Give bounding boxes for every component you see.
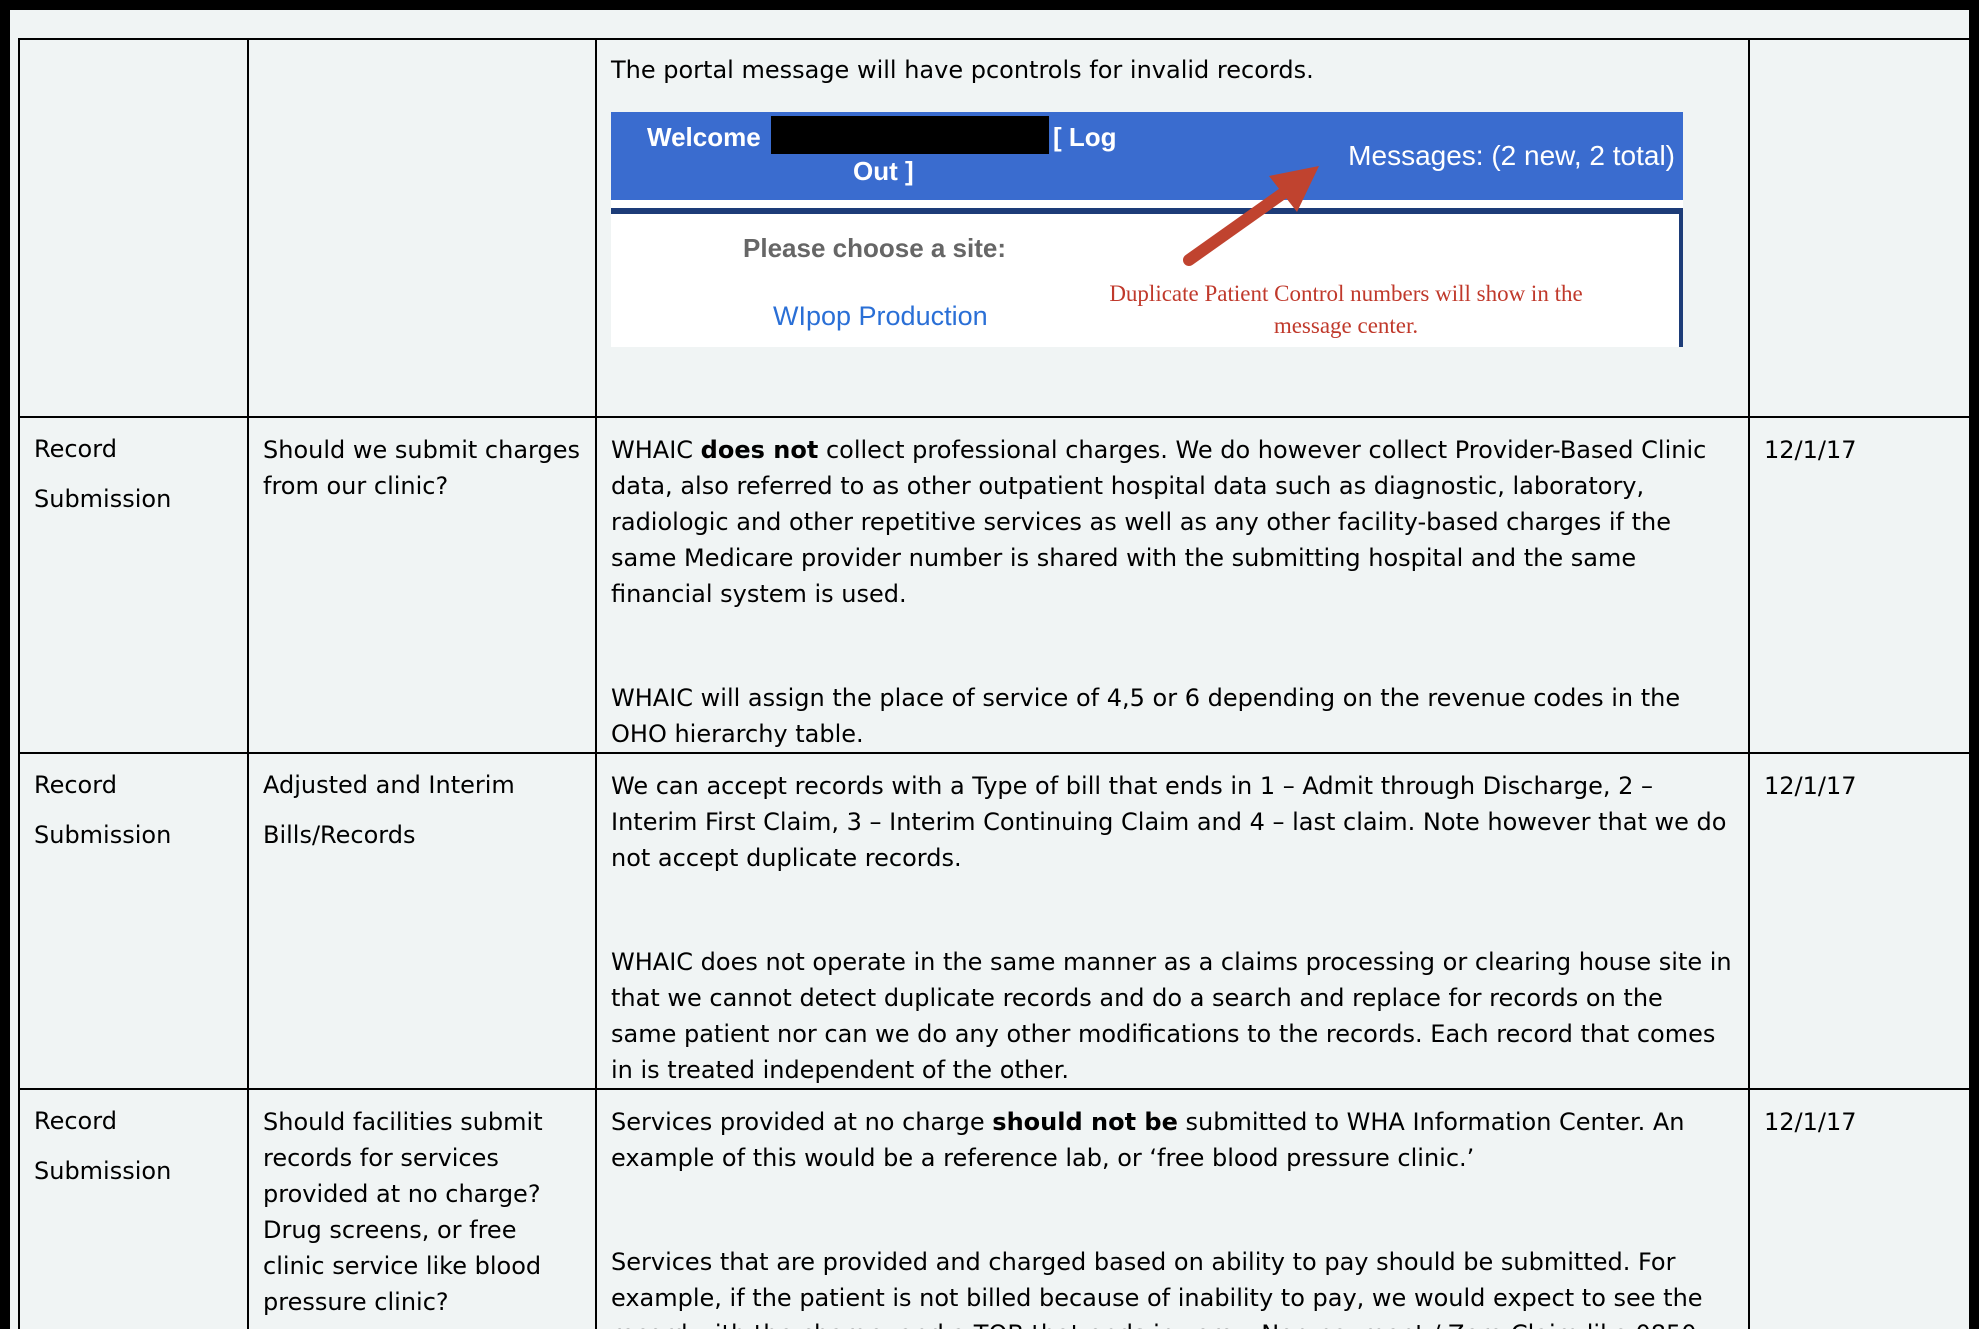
date-cell — [1748, 38, 1969, 418]
table-row: Record Submission Should facilities subm… — [18, 1088, 1969, 1329]
portal-divider — [611, 208, 1683, 214]
answer-cell: WHAIC does not collect professional char… — [595, 416, 1750, 754]
arrow-icon — [1183, 166, 1319, 266]
answer-paragraph: Services that are provided and charged b… — [611, 1248, 1704, 1329]
answer-paragraph: WHAIC will assign the place of service o… — [611, 684, 1681, 748]
messages-link: Messages: (2 new, 2 total) — [1348, 140, 1675, 171]
category-cell: Record Submission — [18, 416, 249, 754]
annotation-text: Duplicate Patient Control numbers will s… — [1109, 281, 1583, 338]
answer-cell: The portal message will have pcontrols f… — [595, 38, 1750, 418]
question-text: Adjusted and Interim Bills/Records — [263, 771, 515, 849]
answer-text: WHAIC — [611, 436, 701, 464]
table-row: Record Submission Adjusted and Interim B… — [18, 752, 1969, 1090]
category-text: Record Submission — [34, 1107, 172, 1185]
table-row: The portal message will have pcontrols f… — [18, 38, 1969, 418]
answer-paragraph: We can accept records with a Type of bil… — [611, 772, 1727, 872]
question-text: Should we submit charges from our clinic… — [263, 436, 580, 500]
date-cell: 12/1/17 — [1748, 416, 1969, 754]
answer-paragraph: The portal message will have pcontrols f… — [611, 56, 1314, 84]
redacted-username — [771, 116, 1049, 154]
answer-paragraph: Services provided at no charge should no… — [611, 1104, 1734, 1176]
category-cell: Record Submission — [18, 752, 249, 1090]
date-text: 12/1/17 — [1764, 436, 1857, 464]
answer-text: Services provided at no charge — [611, 1108, 993, 1136]
document-page: The portal message will have pcontrols f… — [10, 10, 1969, 1329]
site-link: WIpop Production — [773, 301, 988, 331]
category-cell: Record Submission — [18, 1088, 249, 1329]
category-text: Record Submission — [34, 771, 172, 849]
answer-emphasis: does not — [700, 436, 819, 464]
answer-cell: Services provided at no charge should no… — [595, 1088, 1750, 1329]
date-cell: 12/1/17 — [1748, 752, 1969, 1090]
answer-cell: We can accept records with a Type of bil… — [595, 752, 1750, 1090]
date-text: 12/1/17 — [1764, 1108, 1857, 1136]
category-text: Record Submission — [34, 435, 172, 513]
category-cell — [18, 38, 249, 418]
answer-paragraph: WHAIC does not collect professional char… — [611, 432, 1734, 612]
logout-link-bottom: Out ] — [853, 156, 914, 186]
date-text: 12/1/17 — [1764, 772, 1857, 800]
date-cell: 12/1/17 — [1748, 1088, 1969, 1329]
answer-paragraph: WHAIC does not operate in the same manne… — [611, 948, 1732, 1084]
table-row: Record Submission Should we submit charg… — [18, 416, 1969, 754]
choose-site-label: Please choose a site: — [743, 233, 1007, 263]
question-cell: Should we submit charges from our clinic… — [247, 416, 597, 754]
portal-panel-edge — [1679, 208, 1683, 347]
faq-table: The portal message will have pcontrols f… — [18, 38, 1969, 1329]
logout-link-top: [ Log — [1053, 122, 1117, 152]
question-cell: Adjusted and Interim Bills/Records — [247, 752, 597, 1090]
question-cell: Should facilities submit records for ser… — [247, 1088, 597, 1329]
question-cell — [247, 38, 597, 418]
question-text: Should facilities submit records for ser… — [263, 1108, 543, 1316]
welcome-text: Welcome — [647, 122, 761, 152]
portal-screenshot: Welcome [ Log Out ] Messages: (2 new, 2 … — [611, 112, 1683, 347]
answer-emphasis: should not be — [992, 1108, 1178, 1136]
